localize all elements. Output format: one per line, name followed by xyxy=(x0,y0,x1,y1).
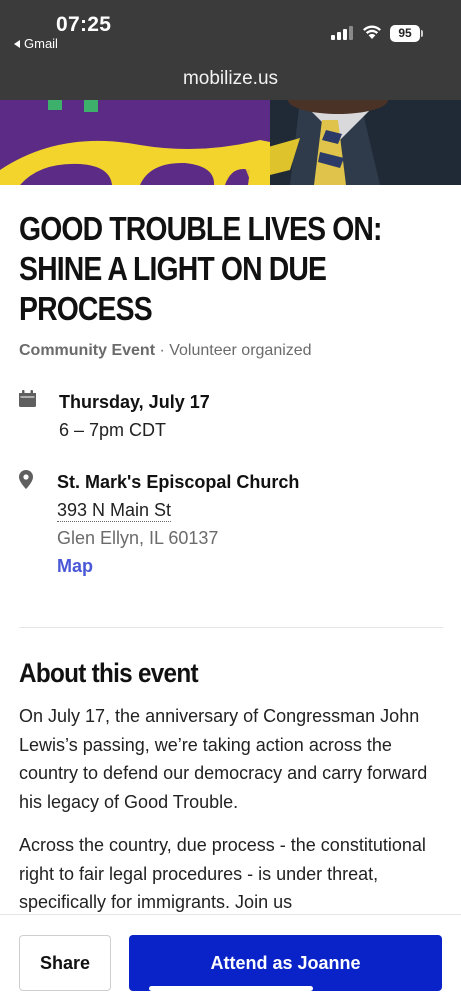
event-type: Community Event xyxy=(19,342,156,359)
venue-name: St. Mark's Episcopal Church xyxy=(57,472,300,492)
cellular-signal-icon xyxy=(331,26,353,40)
event-time: 6 – 7pm CDT xyxy=(59,420,167,440)
calendar-icon xyxy=(19,390,36,407)
action-bar: Share Attend as Joanne xyxy=(0,914,461,1000)
status-time: 07:25 xyxy=(56,13,112,36)
back-arrow-icon xyxy=(14,39,20,48)
back-to-gmail-button[interactable]: Gmail xyxy=(14,36,58,51)
about-paragraph-1: On July 17, the anniversary of Congressm… xyxy=(19,706,428,812)
city-state-zip: Glen Ellyn, IL 60137 xyxy=(57,528,219,548)
section-divider xyxy=(19,627,443,628)
about-heading: About this event xyxy=(19,658,199,688)
battery-indicator: 95 xyxy=(390,25,420,42)
meta-separator: · xyxy=(155,342,170,359)
event-organizer: Volunteer organized xyxy=(169,342,312,359)
battery-tip xyxy=(421,30,423,37)
event-title: GOOD TROUBLE LIVES ON: SHINE A LIGHT ON … xyxy=(19,210,383,327)
street-address-link[interactable]: 393 N Main St xyxy=(57,500,172,522)
event-meta: Community Event · Volunteer organized xyxy=(19,342,312,360)
status-bar: 07:25 Gmail 95 mobilize.us xyxy=(0,0,461,100)
share-button[interactable]: Share xyxy=(19,935,111,991)
about-paragraph-2: Across the country, due process - the co… xyxy=(19,835,426,912)
event-date: Thursday, July 17 xyxy=(59,392,210,412)
home-indicator[interactable] xyxy=(149,986,313,991)
back-app-label: Gmail xyxy=(24,36,58,51)
address-bar[interactable]: mobilize.us xyxy=(0,68,461,90)
wifi-icon xyxy=(363,25,381,39)
event-hero-image xyxy=(0,100,461,185)
map-link[interactable]: Map xyxy=(57,556,93,577)
location-pin-icon xyxy=(19,470,33,489)
attend-button[interactable]: Attend as Joanne xyxy=(129,935,442,991)
